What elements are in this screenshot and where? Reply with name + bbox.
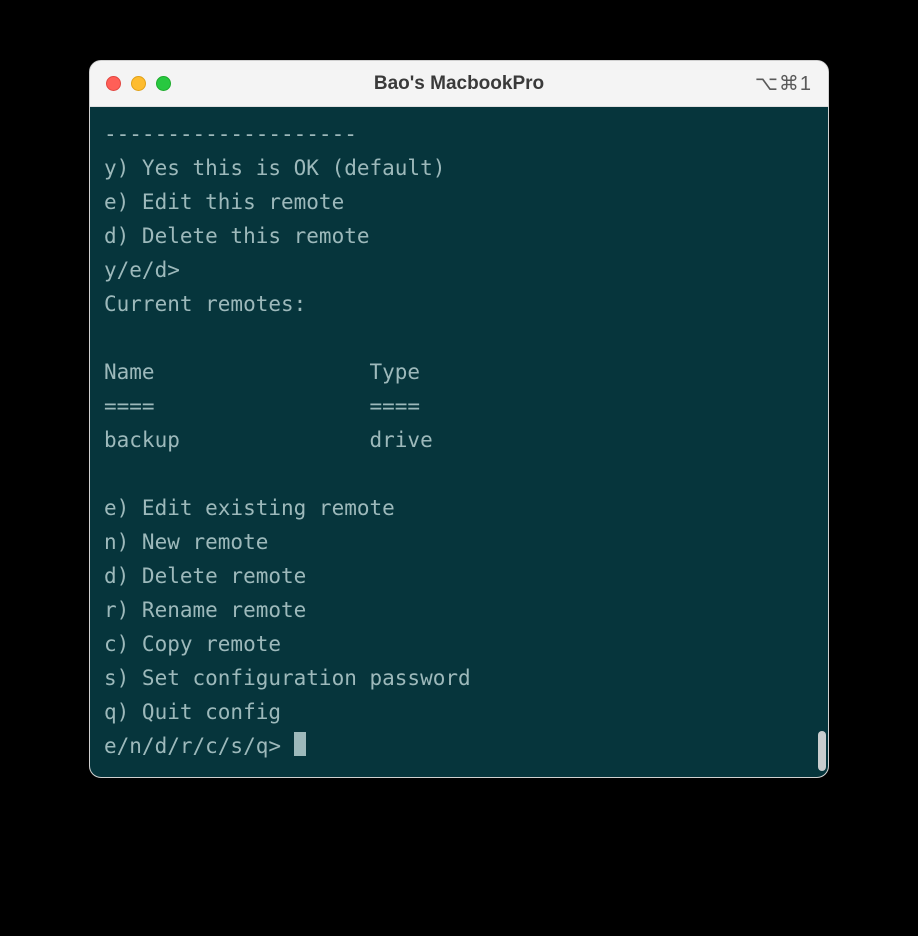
terminal-lines: -------------------- y) Yes this is OK (… bbox=[104, 122, 471, 724]
terminal-viewport: -------------------- y) Yes this is OK (… bbox=[90, 107, 828, 777]
window-title: Bao's MacbookPro bbox=[90, 73, 828, 95]
scrollbar-thumb[interactable] bbox=[818, 731, 826, 771]
terminal-window: Bao's MacbookPro ⌥⌘1 -------------------… bbox=[89, 60, 829, 778]
terminal-output[interactable]: -------------------- y) Yes this is OK (… bbox=[90, 107, 828, 777]
zoom-icon[interactable] bbox=[156, 76, 171, 91]
terminal-prompt: e/n/d/r/c/s/q> bbox=[104, 734, 294, 758]
close-icon[interactable] bbox=[106, 76, 121, 91]
window-shortcut: ⌥⌘1 bbox=[755, 71, 812, 96]
cursor-icon bbox=[294, 732, 306, 756]
traffic-lights bbox=[106, 76, 171, 91]
minimize-icon[interactable] bbox=[131, 76, 146, 91]
titlebar[interactable]: Bao's MacbookPro ⌥⌘1 bbox=[90, 61, 828, 107]
scrollbar-track[interactable] bbox=[816, 107, 826, 777]
